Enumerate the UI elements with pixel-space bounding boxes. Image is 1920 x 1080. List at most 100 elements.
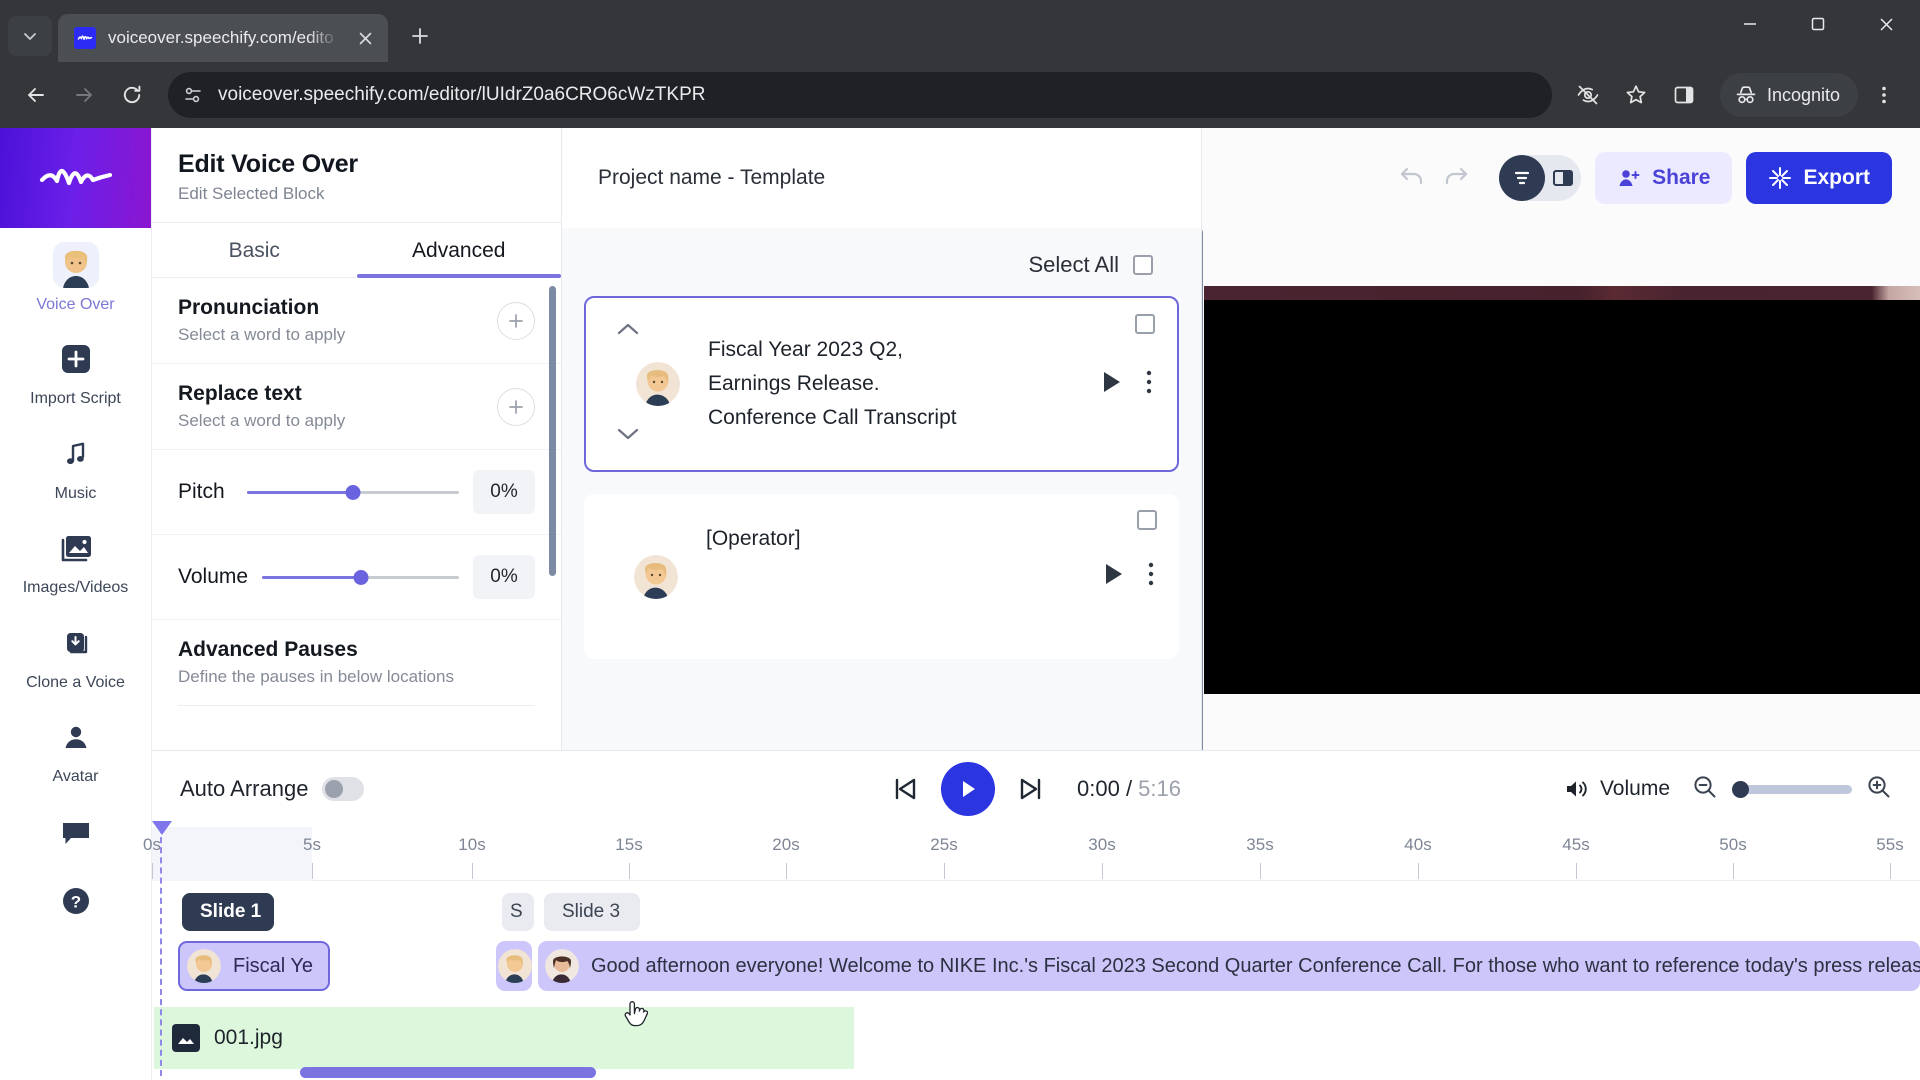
voice-avatar-icon — [634, 554, 678, 599]
side-panel-button[interactable] — [1662, 73, 1706, 117]
add-replace-text-button[interactable] — [497, 387, 535, 426]
site-settings-icon[interactable] — [182, 84, 204, 106]
share-button[interactable]: Share — [1595, 152, 1733, 204]
slide-chip[interactable]: S — [502, 893, 534, 931]
plus-circle-icon — [509, 313, 523, 328]
window-minimize-button[interactable] — [1716, 0, 1784, 48]
image-track-clip[interactable]: 001.jpg — [154, 1007, 854, 1069]
speechify-logo[interactable] — [0, 128, 151, 228]
svg-text:?: ? — [70, 893, 80, 912]
video-preview[interactable] — [1204, 286, 1920, 694]
tab-basic[interactable]: Basic — [152, 223, 357, 277]
project-name-bar: Project name - Template — [562, 128, 1201, 228]
voice-clip[interactable]: Good afternoon everyone! Welcome to NIKE… — [538, 941, 1920, 991]
incognito-indicator[interactable]: Incognito — [1719, 73, 1858, 117]
pitch-label: Pitch — [178, 480, 225, 503]
window-controls — [1716, 0, 1920, 62]
script-view-icon[interactable] — [1499, 155, 1546, 201]
script-block[interactable]: Fiscal Year 2023 Q2, Earnings Release. C… — [584, 296, 1179, 472]
new-tab-button[interactable] — [400, 16, 440, 56]
select-all-label: Select All — [1028, 252, 1120, 277]
view-mode-toggle[interactable] — [1499, 155, 1582, 201]
time-separator: / — [1119, 776, 1139, 801]
slider-knob[interactable] — [345, 484, 361, 500]
auto-arrange-toggle[interactable] — [322, 777, 365, 801]
back-button[interactable] — [14, 73, 58, 117]
slide-chip[interactable]: Slide 3 — [544, 893, 640, 931]
slide-chip[interactable]: Slide 1 — [182, 893, 274, 931]
voice-clip[interactable]: Fiscal Ye — [178, 941, 330, 991]
block-play-button[interactable] — [1101, 370, 1123, 399]
storyboard-view-icon[interactable] — [1545, 168, 1581, 188]
tab-advanced[interactable]: Advanced — [356, 223, 562, 278]
block-play-button[interactable] — [1103, 562, 1125, 591]
edit-panel-scrollbar[interactable] — [549, 286, 556, 576]
speaker-icon — [1566, 781, 1587, 797]
volume-slider[interactable] — [262, 567, 459, 587]
window-close-button[interactable] — [1852, 0, 1920, 48]
sidebar-item-clone-a-voice[interactable]: Clone a Voice — [0, 606, 151, 700]
move-up-button[interactable] — [616, 322, 640, 341]
timeline-horizontal-scrollbar[interactable] — [300, 1067, 596, 1078]
volume-control[interactable]: Volume — [1564, 777, 1670, 801]
sidebar-item-avatar[interactable]: Avatar — [0, 700, 151, 794]
timeline-ruler[interactable]: 0s 5s 10s 15s 20s 25s 30s 35s 40s 45s 50… — [143, 827, 1920, 881]
sidebar-item-feedback[interactable] — [0, 796, 151, 864]
window-maximize-button[interactable] — [1784, 0, 1852, 48]
replace-text-row: Replace text Select a word to apply — [152, 364, 561, 450]
playhead-highlight-region — [152, 827, 312, 881]
add-pronunciation-button[interactable] — [497, 301, 535, 340]
undo-redo-group — [1399, 163, 1469, 194]
forward-button[interactable] — [62, 73, 106, 117]
slider-knob[interactable] — [353, 569, 369, 585]
block-text[interactable]: Fiscal Year 2023 Q2, Earnings Release. C… — [654, 333, 1101, 435]
playhead[interactable] — [152, 821, 172, 1080]
block-menu-button[interactable] — [1145, 369, 1153, 400]
browser-menu-button[interactable] — [1862, 73, 1906, 117]
block-voice-avatar[interactable] — [636, 362, 680, 406]
block-menu-button[interactable] — [1147, 561, 1155, 592]
zoom-slider-knob[interactable] — [1732, 780, 1749, 798]
sidebar-item-help[interactable]: ? — [0, 864, 151, 932]
reload-button[interactable] — [110, 73, 154, 117]
tab-search-button[interactable] — [8, 16, 52, 56]
block-checkbox[interactable] — [1135, 314, 1155, 334]
bookmark-button[interactable] — [1614, 73, 1658, 117]
zoom-slider[interactable] — [1732, 780, 1852, 798]
address-bar[interactable]: voiceover.speechify.com/editor/lUIdrZ0a6… — [168, 72, 1552, 118]
block-checkbox[interactable] — [1137, 510, 1157, 530]
sidebar-item-voice-over[interactable]: Voice Over — [0, 228, 151, 322]
sidebar-item-label: Voice Over — [36, 296, 115, 313]
redo-button[interactable] — [1441, 163, 1469, 194]
zoom-in-button[interactable] — [1866, 774, 1892, 805]
preview-scrollbar[interactable] — [1202, 228, 1203, 788]
project-name[interactable]: Project name - Template — [598, 166, 825, 190]
move-down-button[interactable] — [616, 427, 640, 446]
skip-previous-button[interactable] — [891, 775, 919, 803]
skip-next-button[interactable] — [1017, 775, 1045, 803]
slide-chip-label: S — [510, 901, 523, 922]
sidebar-item-import-script[interactable]: Import Script — [0, 322, 151, 416]
export-button[interactable]: Export — [1746, 152, 1892, 204]
sidebar-item-images-videos[interactable]: Images/Videos — [0, 511, 151, 605]
tick-line — [1733, 863, 1734, 879]
tracking-protection-button[interactable] — [1566, 73, 1610, 117]
tab-close-button[interactable] — [352, 25, 378, 51]
auto-arrange-control[interactable]: Auto Arrange — [180, 776, 365, 802]
sidebar-item-music[interactable]: Music — [0, 417, 151, 511]
zoom-in-icon — [1868, 775, 1890, 797]
select-all-checkbox[interactable] — [1133, 255, 1153, 275]
play-button[interactable] — [941, 762, 995, 816]
pitch-slider[interactable] — [246, 482, 459, 502]
undo-button[interactable] — [1399, 163, 1427, 194]
block-voice-avatar[interactable] — [634, 554, 678, 599]
voice-clip[interactable] — [496, 941, 532, 991]
sparkle-icon — [1769, 167, 1792, 189]
block-text[interactable]: [Operator] — [600, 512, 1103, 556]
zoom-out-button[interactable] — [1692, 774, 1718, 805]
browser-tab[interactable]: voiceover.speechify.com/edito — [58, 14, 388, 62]
minimize-icon — [1744, 23, 1756, 25]
playhead-handle[interactable] — [152, 821, 172, 835]
script-block[interactable]: [Operator] — [584, 494, 1179, 659]
timeline-horizontal-scroll-track[interactable] — [152, 1067, 1920, 1080]
